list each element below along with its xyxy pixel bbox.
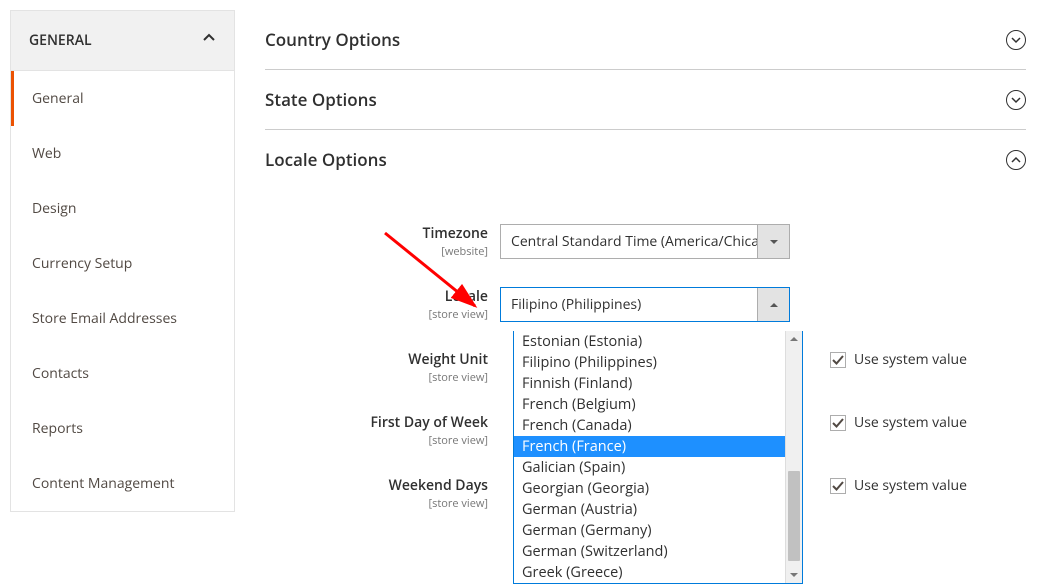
sidebar-items: General Web Design Currency Setup Store … [10, 71, 235, 512]
locale-option[interactable]: Finnish (Finland) [514, 373, 785, 394]
sidebar-item-label: Reports [32, 419, 83, 438]
sidebar-item-currency-setup[interactable]: Currency Setup [11, 236, 234, 291]
use-system-value-checkbox[interactable]: Use system value [830, 350, 967, 369]
sidebar-item-reports[interactable]: Reports [11, 401, 234, 456]
row-timezone: Timezone [website] Central Standard Time… [265, 224, 1026, 259]
sidebar-item-general[interactable]: General [11, 71, 234, 126]
sidebar-item-label: General [32, 89, 84, 108]
field-label: Weight Unit [265, 350, 488, 369]
field-scope: [store view] [265, 433, 488, 448]
dropdown-trigger-icon [757, 288, 789, 321]
field-scope: [store view] [265, 496, 488, 511]
checkbox-label: Use system value [854, 476, 967, 495]
select-value: Filipino (Philippines) [501, 288, 757, 321]
section-locale-options[interactable]: Locale Options [265, 130, 1026, 189]
sidebar-item-label: Currency Setup [32, 254, 132, 273]
sidebar-group-label: GENERAL [29, 31, 92, 50]
select-value: Central Standard Time (America/Chicago) [501, 225, 757, 258]
locale-option[interactable]: Galician (Spain) [514, 457, 785, 478]
field-label: Timezone [265, 224, 488, 243]
field-scope: [store view] [265, 307, 488, 322]
section-title: Locale Options [265, 148, 387, 171]
locale-dropdown[interactable]: Estonian (Estonia)Filipino (Philippines)… [513, 331, 803, 584]
locale-option[interactable]: Filipino (Philippines) [514, 352, 785, 373]
sidebar-item-label: Content Management [32, 474, 175, 493]
field-scope: [website] [265, 244, 488, 259]
field-label: Weekend Days [265, 476, 488, 495]
use-system-value-checkbox[interactable]: Use system value [830, 413, 967, 432]
checkbox-label: Use system value [854, 413, 967, 432]
scrollbar[interactable] [785, 331, 802, 583]
timezone-select[interactable]: Central Standard Time (America/Chicago) [500, 224, 790, 259]
locale-option[interactable]: German (Germany) [514, 520, 785, 541]
sidebar-item-label: Store Email Addresses [32, 309, 177, 328]
sidebar-item-contacts[interactable]: Contacts [11, 346, 234, 401]
locale-option[interactable]: Estonian (Estonia) [514, 331, 785, 352]
section-state-options[interactable]: State Options [265, 70, 1026, 130]
chevron-down-icon [1006, 30, 1026, 50]
dropdown-trigger-icon [757, 225, 789, 258]
sidebar-item-web[interactable]: Web [11, 126, 234, 181]
locale-option[interactable]: French (Canada) [514, 415, 785, 436]
locale-option[interactable]: German (Switzerland) [514, 541, 785, 562]
locale-option[interactable]: French (France) [514, 436, 785, 457]
checkbox-icon [830, 352, 846, 368]
chevron-up-icon [1006, 150, 1026, 170]
field-scope: [store view] [265, 370, 488, 385]
section-title: Country Options [265, 28, 400, 51]
sidebar-item-label: Web [32, 144, 61, 163]
sidebar-group-general[interactable]: GENERAL [10, 10, 235, 71]
checkbox-icon [830, 478, 846, 494]
config-sidebar: GENERAL General Web Design Currency Setu… [10, 10, 235, 539]
locale-option[interactable]: French (Belgium) [514, 394, 785, 415]
scroll-up-icon[interactable] [786, 331, 802, 347]
sidebar-item-label: Design [32, 199, 76, 218]
locale-dropdown-list: Estonian (Estonia)Filipino (Philippines)… [514, 331, 785, 583]
row-locale: Locale [store view] Filipino (Philippine… [265, 287, 1026, 322]
locale-option[interactable]: German (Austria) [514, 499, 785, 520]
chevron-up-icon [202, 31, 216, 50]
checkbox-icon [830, 415, 846, 431]
chevron-down-icon [1006, 90, 1026, 110]
section-title: State Options [265, 88, 377, 111]
sidebar-item-label: Contacts [32, 364, 89, 383]
locale-option[interactable]: Georgian (Georgia) [514, 478, 785, 499]
section-country-options[interactable]: Country Options [265, 10, 1026, 70]
field-label: Locale [265, 287, 488, 306]
sidebar-item-store-email-addresses[interactable]: Store Email Addresses [11, 291, 234, 346]
scroll-thumb[interactable] [788, 471, 800, 561]
checkbox-label: Use system value [854, 350, 967, 369]
scroll-down-icon[interactable] [786, 567, 802, 583]
use-system-value-checkbox[interactable]: Use system value [830, 476, 967, 495]
sidebar-item-content-management[interactable]: Content Management [11, 456, 234, 511]
sidebar-item-design[interactable]: Design [11, 181, 234, 236]
locale-select[interactable]: Filipino (Philippines) [500, 287, 790, 322]
field-label: First Day of Week [265, 413, 488, 432]
